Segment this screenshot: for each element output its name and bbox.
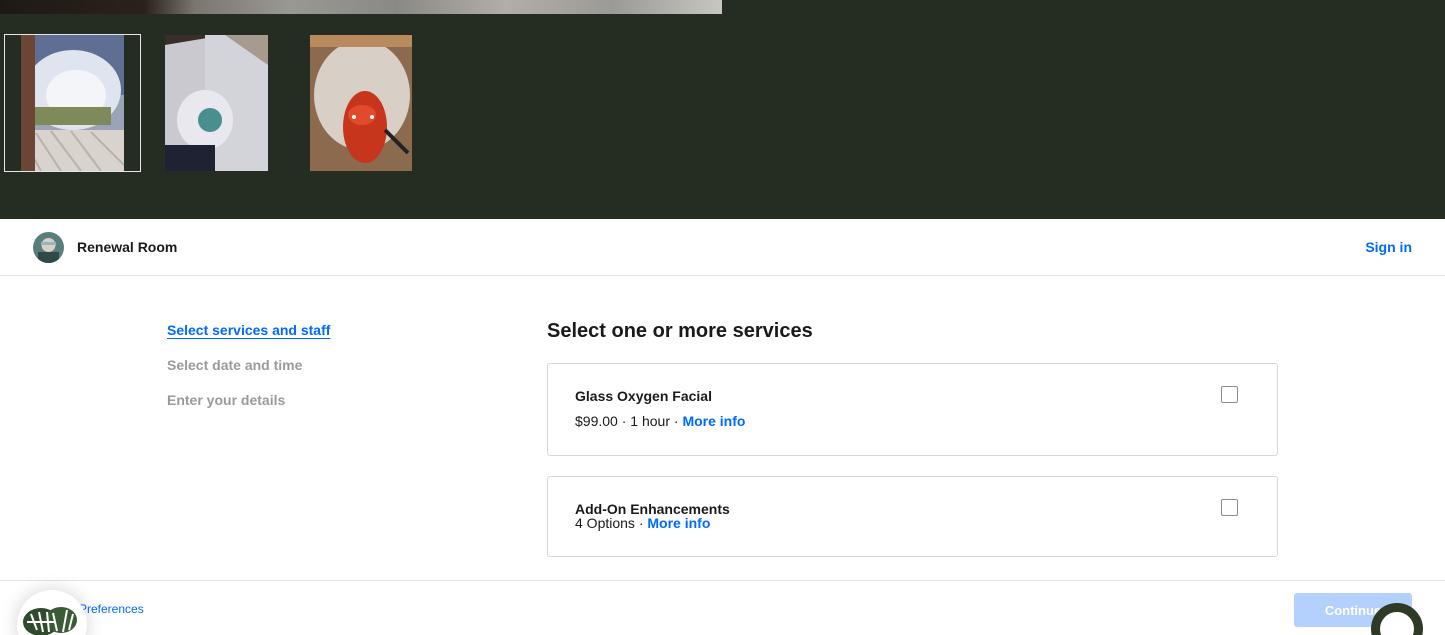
booking-steps: Select services and staff Select date an… (167, 322, 330, 427)
step-select-services[interactable]: Select services and staff (167, 322, 330, 357)
service-duration: 1 hour (630, 413, 670, 429)
service-checkbox[interactable] (1221, 386, 1238, 403)
service-meta: $99.00 · 1 hour · More info (575, 413, 746, 429)
service-card-glass-oxygen-facial[interactable]: Glass Oxygen Facial $99.00 · 1 hour · Mo… (547, 363, 1278, 456)
service-options-count: 4 Options (575, 515, 635, 531)
more-info-link[interactable]: More info (647, 515, 710, 531)
step-select-date: Select date and time (167, 357, 303, 373)
service-card-add-on-enhancements[interactable]: Add-On Enhancements 4 Options · More inf… (547, 476, 1278, 557)
photo-gallery (0, 0, 1445, 219)
more-info-link[interactable]: More info (682, 413, 745, 429)
service-price: $99.00 (575, 413, 618, 429)
business-avatar (33, 232, 64, 263)
sign-in-link[interactable]: Sign in (1365, 239, 1412, 255)
step-enter-details: Enter your details (167, 392, 286, 408)
service-checkbox[interactable] (1221, 499, 1238, 516)
footer-bar: Preferences Continue (0, 580, 1445, 635)
gallery-thumbnail-1[interactable] (21, 35, 124, 171)
preferences-link[interactable]: Preferences (79, 602, 144, 616)
gallery-thumbnail-3[interactable] (310, 35, 412, 171)
service-meta: 4 Options · More info (575, 515, 711, 531)
service-name: Glass Oxygen Facial (575, 388, 712, 404)
business-header: Renewal Room Sign in (0, 219, 1445, 276)
hero-image (0, 0, 722, 14)
gallery-thumbnail-2[interactable] (165, 35, 268, 171)
business-name: Renewal Room (77, 239, 178, 255)
page-title: Select one or more services (547, 320, 813, 342)
